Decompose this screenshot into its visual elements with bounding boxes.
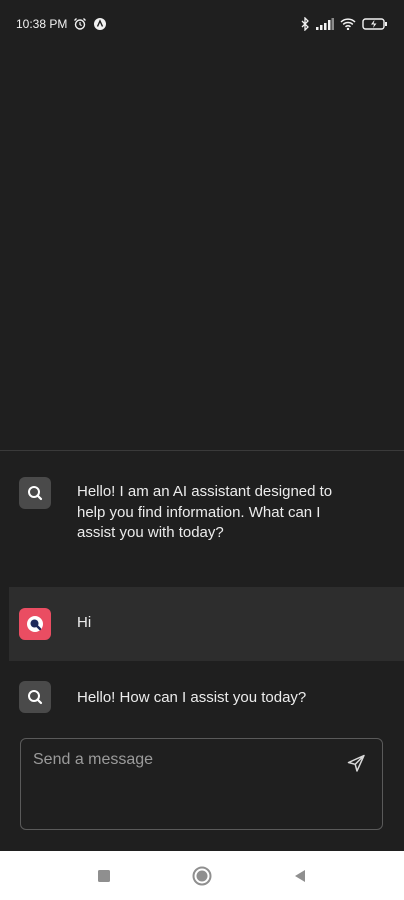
message-text: Hello! I am an AI assistant designed to … — [77, 483, 333, 541]
signal-icon — [316, 18, 334, 30]
recent-apps-button[interactable] — [90, 862, 118, 890]
status-time: 10:38 PM — [16, 17, 68, 31]
assistant-avatar-icon — [19, 477, 51, 509]
back-icon — [295, 869, 305, 882]
wifi-icon — [340, 18, 356, 30]
recent-apps-icon — [98, 869, 110, 882]
home-button[interactable] — [188, 862, 216, 890]
chat-thread: Hello! I am an AI assistant designed to … — [0, 450, 404, 735]
bluetooth-icon — [300, 17, 310, 31]
assistant-message: Hello! I am an AI assistant designed to … — [0, 451, 404, 587]
battery-icon — [362, 18, 388, 30]
status-bar: 10:38 PM — [0, 0, 404, 48]
assistant-message: Hello! How can I assist you today? — [0, 661, 404, 735]
send-icon — [347, 754, 365, 772]
user-message: Hi — [9, 587, 404, 661]
back-button[interactable] — [286, 862, 314, 890]
message-input[interactable] — [31, 749, 335, 823]
home-icon — [192, 866, 212, 885]
system-nav-bar — [0, 851, 404, 900]
message-text: Hi — [77, 614, 92, 631]
send-button[interactable] — [344, 751, 368, 775]
user-avatar-icon — [19, 608, 51, 640]
status-left: 10:38 PM — [16, 17, 107, 31]
alarm-icon — [73, 17, 87, 31]
status-right — [300, 17, 388, 31]
message-text: Hello! How can I assist you today? — [77, 689, 307, 706]
app-notification-icon — [93, 17, 107, 31]
message-composer — [20, 738, 383, 830]
assistant-avatar-icon — [19, 681, 51, 713]
